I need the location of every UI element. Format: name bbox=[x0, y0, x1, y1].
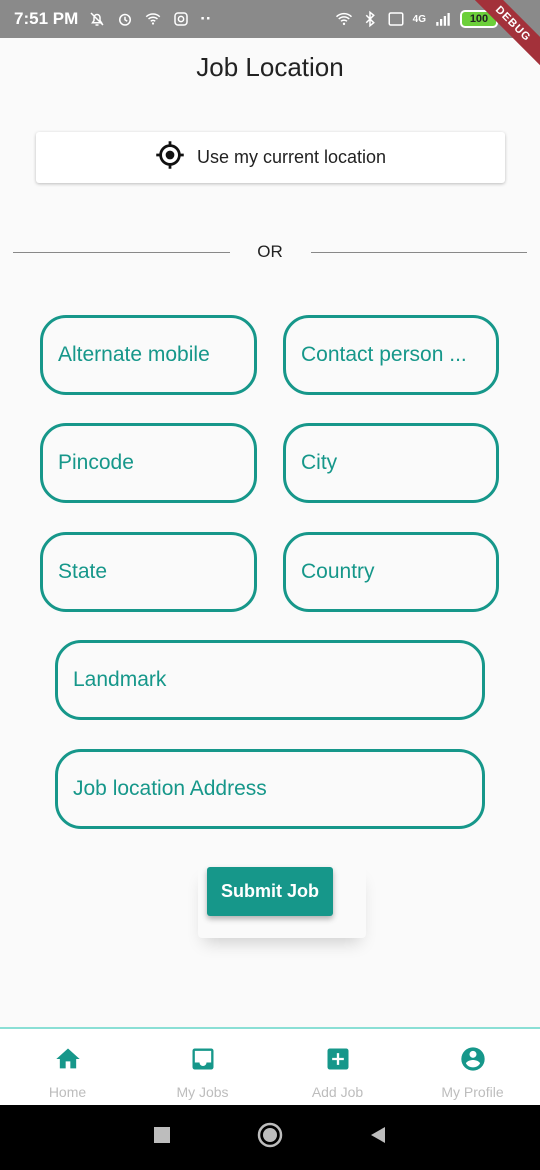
add-box-icon bbox=[324, 1045, 352, 1078]
state-placeholder: State bbox=[58, 560, 108, 583]
bottom-navigation: Home My Jobs Add Job My Profile bbox=[0, 1027, 540, 1105]
city-placeholder: City bbox=[301, 451, 338, 474]
network-type: 4G bbox=[412, 13, 426, 25]
nav-label-my-jobs: My Jobs bbox=[176, 1084, 229, 1100]
instagram-icon bbox=[172, 10, 190, 28]
nav-item-add-job[interactable]: Add Job bbox=[270, 1029, 405, 1105]
nav-item-my-jobs[interactable]: My Jobs bbox=[135, 1029, 270, 1105]
volte-icon bbox=[387, 10, 405, 28]
landmark-placeholder: Landmark bbox=[73, 668, 167, 691]
home-icon bbox=[54, 1045, 82, 1078]
nav-label-add-job: Add Job bbox=[311, 1084, 364, 1100]
alternate-mobile-placeholder: Alternate mobile bbox=[58, 343, 210, 366]
home-system-button[interactable] bbox=[257, 1122, 283, 1153]
pincode-field[interactable]: Pincode bbox=[40, 423, 257, 503]
status-bar: 7:51 PM ·· 4G 100 bbox=[0, 0, 540, 38]
recents-button[interactable] bbox=[153, 1126, 171, 1149]
alarm-icon bbox=[116, 10, 134, 28]
country-placeholder: Country bbox=[301, 560, 375, 583]
bluetooth-icon bbox=[361, 10, 379, 28]
bell-off-icon bbox=[88, 10, 106, 28]
nav-label-my-profile: My Profile bbox=[441, 1084, 504, 1100]
inbox-icon bbox=[189, 1045, 217, 1078]
job-location-address-field[interactable]: Job location Address bbox=[55, 749, 485, 829]
more-dots-icon: ·· bbox=[200, 9, 212, 28]
contact-person-field[interactable]: Contact person ... bbox=[283, 315, 499, 395]
back-button[interactable] bbox=[369, 1126, 387, 1149]
country-field[interactable]: Country bbox=[283, 532, 499, 612]
state-field[interactable]: State bbox=[40, 532, 257, 612]
nav-item-my-profile[interactable]: My Profile bbox=[405, 1029, 540, 1105]
submit-job-button[interactable]: Submit Job bbox=[207, 867, 333, 916]
wifi-icon bbox=[335, 10, 353, 28]
divider-right bbox=[311, 252, 527, 253]
contact-person-placeholder: Contact person ... bbox=[301, 343, 467, 366]
pincode-placeholder: Pincode bbox=[58, 451, 134, 474]
signal-icon bbox=[434, 10, 452, 28]
system-navigation-bar bbox=[0, 1105, 540, 1170]
account-circle-icon bbox=[459, 1045, 487, 1078]
nav-label-home: Home bbox=[48, 1084, 87, 1100]
nav-item-home[interactable]: Home bbox=[0, 1029, 135, 1105]
alternate-mobile-field[interactable]: Alternate mobile bbox=[40, 315, 257, 395]
gps-fixed-icon bbox=[155, 140, 185, 175]
page-title: Job Location bbox=[196, 52, 344, 82]
job-location-address-placeholder: Job location Address bbox=[73, 777, 267, 800]
wifi-small-icon bbox=[144, 10, 162, 28]
use-current-location-button[interactable]: Use my current location bbox=[36, 132, 505, 183]
status-time: 7:51 PM bbox=[14, 9, 79, 28]
landmark-field[interactable]: Landmark bbox=[55, 640, 485, 720]
use-current-location-label: Use my current location bbox=[196, 147, 387, 167]
city-field[interactable]: City bbox=[283, 423, 499, 503]
